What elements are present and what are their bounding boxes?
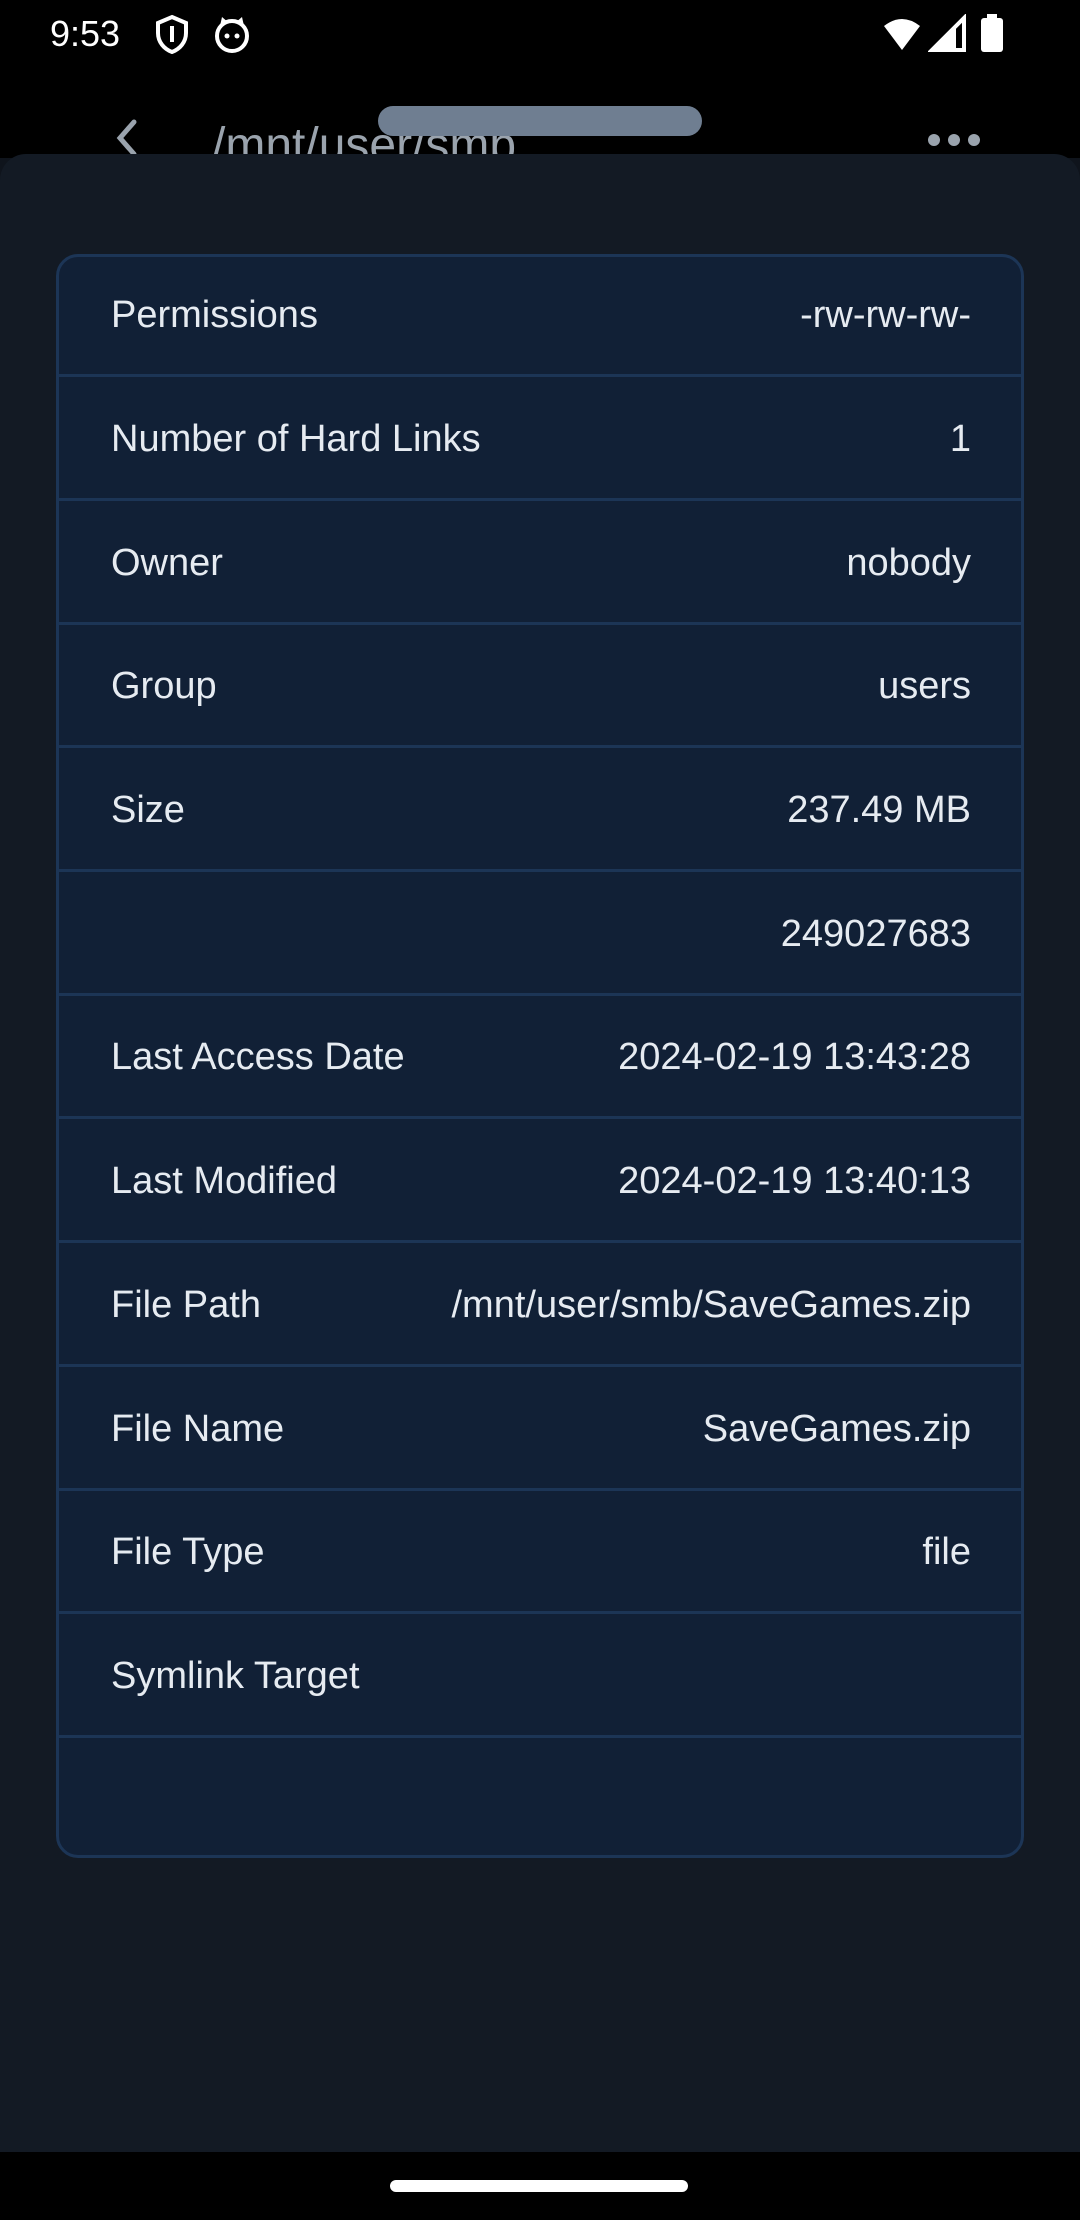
navigation-bar — [0, 2152, 1080, 2220]
row-value: -rw-rw-rw- — [800, 294, 971, 336]
row-label: File Type — [111, 1531, 265, 1573]
row-label: Last Access Date — [111, 1036, 405, 1078]
wifi-icon — [882, 14, 922, 54]
row-file-type[interactable]: File Type file — [59, 1494, 1021, 1614]
row-last-modified[interactable]: Last Modified 2024-02-19 13:40:13 — [59, 1123, 1021, 1243]
properties-sheet: Permissions -rw-rw-rw- Number of Hard Li… — [0, 106, 1080, 2152]
drag-handle[interactable] — [378, 106, 702, 136]
more-horizontal-icon[interactable] — [926, 132, 982, 148]
chevron-left-icon[interactable] — [108, 118, 148, 158]
row-label: Size — [111, 789, 185, 831]
row-value: 2024-02-19 13:40:13 — [618, 1160, 971, 1202]
row-value: file — [922, 1531, 971, 1573]
status-time: 9:53 — [50, 13, 121, 54]
row-hard-links[interactable]: Number of Hard Links 1 — [59, 381, 1021, 501]
row-value: 1 — [949, 418, 971, 460]
row-label: File Path — [111, 1284, 261, 1326]
row-label: Symlink Target — [111, 1655, 360, 1697]
row-last-access-date[interactable]: Last Access Date 2024-02-19 13:43:28 — [59, 999, 1021, 1119]
row-label: Last Modified — [111, 1160, 338, 1202]
row-value: /mnt/user/smb/SaveGames.zip — [451, 1284, 971, 1326]
row-file-path[interactable]: File Path /mnt/user/smb/SaveGames.zip — [59, 1247, 1021, 1367]
row-value: 2024-02-19 13:43:28 — [618, 1036, 971, 1078]
row-symlink-target[interactable]: Symlink Target — [59, 1618, 1021, 1738]
row-permissions[interactable]: Permissions -rw-rw-rw- — [59, 257, 1021, 377]
row-value: SaveGames.zip — [702, 1408, 971, 1450]
row-label: Number of Hard Links — [111, 418, 481, 460]
row-size-bytes[interactable]: 249027683 — [59, 876, 1021, 996]
row-value: nobody — [846, 542, 971, 584]
battery-icon — [978, 14, 1006, 54]
row-label: Owner — [111, 542, 223, 584]
row-owner[interactable]: Owner nobody — [59, 505, 1021, 625]
status-bar: 9:53 — [0, 0, 1080, 68]
row-value: users — [878, 665, 971, 707]
signal-icon — [927, 13, 968, 54]
row-label: Permissions — [111, 294, 318, 336]
row-size[interactable]: Size 237.49 MB — [59, 752, 1021, 872]
row-label: Group — [111, 665, 217, 707]
cat-icon — [212, 14, 252, 54]
row-symlink-target-value[interactable] — [59, 1742, 1021, 1855]
row-label: File Name — [111, 1408, 285, 1450]
shield-icon — [152, 14, 192, 55]
row-value: 237.49 MB — [787, 789, 971, 831]
row-file-name[interactable]: File Name SaveGames.zip — [59, 1371, 1021, 1491]
home-gesture-pill[interactable] — [390, 2180, 688, 2192]
properties-table: Permissions -rw-rw-rw- Number of Hard Li… — [56, 254, 1024, 1858]
row-group[interactable]: Group users — [59, 628, 1021, 748]
screen: 9:53 /mnt/user/smb Permissions -rw-rw-rw… — [0, 0, 1080, 2220]
row-value: 249027683 — [780, 913, 971, 955]
